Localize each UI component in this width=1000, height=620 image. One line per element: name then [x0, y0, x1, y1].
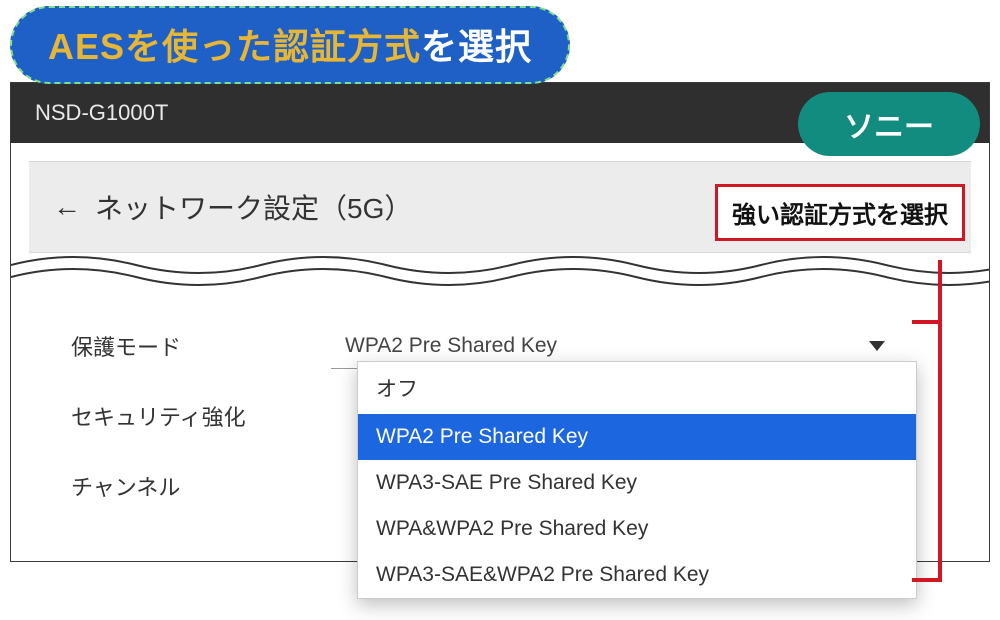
- wavy-cut-divider: [11, 253, 989, 287]
- device-model: NSD-G1000T: [35, 100, 168, 126]
- dropdown-protect-mode[interactable]: オフ WPA2 Pre Shared Key WPA3-SAE Pre Shar…: [357, 361, 917, 599]
- brand-pill-sony: ソニー: [798, 92, 980, 156]
- dropdown-option[interactable]: オフ: [358, 362, 916, 414]
- headline-accent: AESを使った認証方式: [48, 26, 421, 67]
- dropdown-option[interactable]: WPA3-SAE Pre Shared Key: [358, 460, 916, 506]
- label-protect-mode: 保護モード: [71, 330, 331, 362]
- dropdown-option[interactable]: WPA&WPA2 Pre Shared Key: [358, 506, 916, 552]
- form-area: 保護モード WPA2 Pre Shared Key セキュリティ強化 チャンネル…: [11, 287, 989, 561]
- label-security-enhance: セキュリティ強化: [71, 400, 331, 432]
- select-protect-mode-value: WPA2 Pre Shared Key: [345, 334, 557, 358]
- page-title: ネットワーク設定（5G）: [95, 187, 412, 227]
- dropdown-option[interactable]: WPA3-SAE&WPA2 Pre Shared Key: [358, 552, 916, 598]
- label-channel: チャンネル: [71, 470, 331, 502]
- page-header: ← ネットワーク設定（5G） 強い認証方式を選択: [29, 161, 971, 253]
- dropdown-option-selected[interactable]: WPA2 Pre Shared Key: [358, 414, 916, 460]
- callout-strong-auth: 強い認証方式を選択: [715, 184, 965, 241]
- back-arrow-icon[interactable]: ←: [53, 191, 81, 223]
- headline-banner: AESを使った認証方式を選択: [10, 6, 570, 84]
- chevron-down-icon: [869, 341, 885, 351]
- headline-rest: を選択: [421, 26, 532, 67]
